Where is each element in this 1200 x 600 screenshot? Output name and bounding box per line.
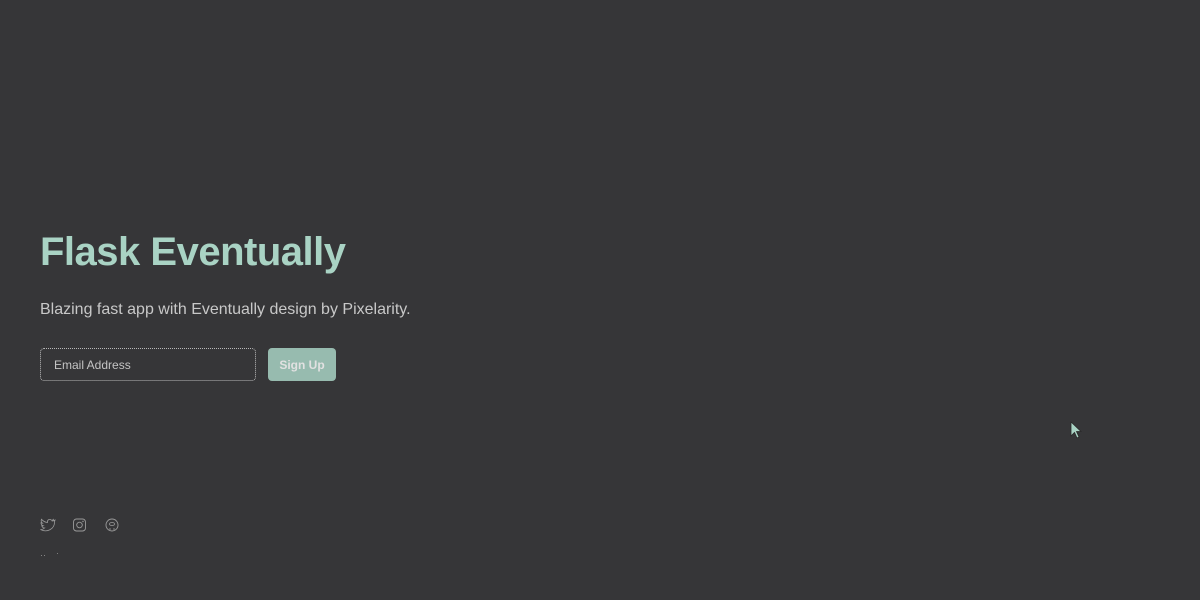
hero-section: Flask Eventually Blazing fast app with E…: [40, 228, 411, 381]
copyright-mark: ‥: [40, 548, 47, 558]
instagram-icon[interactable]: [72, 518, 90, 532]
page: Flask Eventually Blazing fast app with E…: [0, 0, 1200, 600]
page-title: Flask Eventually: [40, 230, 346, 274]
sign-up-button[interactable]: Sign Up: [268, 348, 336, 381]
page-subtitle: Blazing fast app with Eventually design …: [40, 301, 411, 318]
twitter-icon[interactable]: [40, 518, 58, 532]
copyright-credit: ·: [56, 548, 60, 558]
github-icon[interactable]: [104, 518, 122, 532]
email-field[interactable]: [40, 348, 256, 381]
copyright-area: ‥ ·: [40, 548, 59, 559]
signup-form: Sign Up: [40, 348, 411, 381]
mouse-cursor-icon: [1070, 421, 1082, 439]
social-links: [40, 518, 122, 532]
